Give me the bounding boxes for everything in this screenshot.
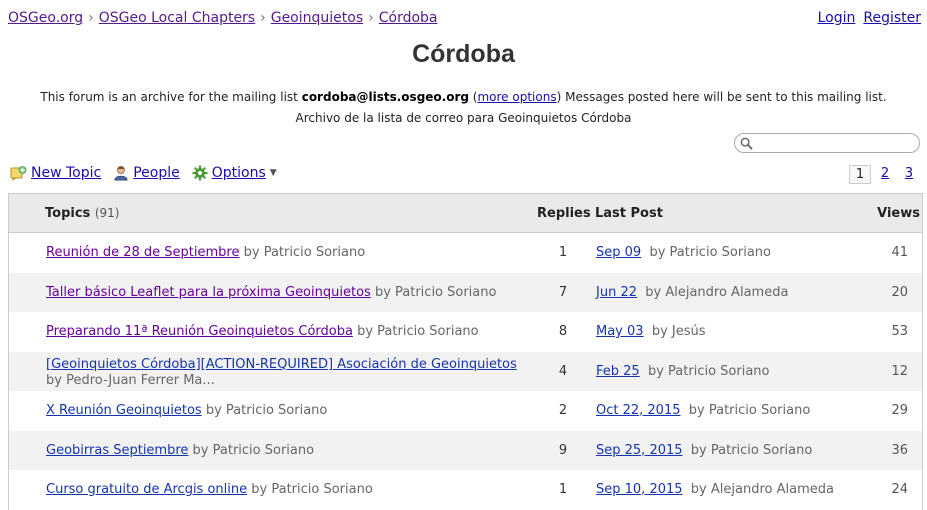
topic-author: by Pedro-Juan Ferrer Ma... <box>46 372 215 388</box>
topic-author: by Patricio Soriano <box>251 482 373 497</box>
options-label: Options <box>211 165 266 181</box>
last-post-date[interactable]: Sep 09 <box>596 245 641 260</box>
description-suffix: Messages posted here will be sent to thi… <box>565 90 887 104</box>
topic-author: by Patricio Soriano <box>374 284 497 300</box>
view-count: 20 <box>891 284 908 300</box>
last-post-author: by Alejandro Alameda <box>645 284 789 300</box>
login-link[interactable]: Login <box>818 10 856 26</box>
reply-count: 8 <box>558 324 568 339</box>
view-count: 12 <box>891 363 908 379</box>
views-header[interactable]: Views <box>877 206 920 221</box>
register-link[interactable]: Register <box>863 10 921 26</box>
last-post-date[interactable]: Jun 22 <box>596 285 637 300</box>
breadcrumb-osgeo[interactable]: OSGeo.org <box>8 10 83 26</box>
topics-header[interactable]: Topics (91) <box>45 206 119 221</box>
topic-author: by Patricio Soriano <box>192 442 315 458</box>
topics-count: (91) <box>94 206 120 220</box>
breadcrumb-local-chapters[interactable]: OSGeo Local Chapters <box>99 10 255 26</box>
table-header: Topics (91) Replies Last Post Views <box>9 194 922 233</box>
topic-author: by Patricio Soriano <box>205 403 328 418</box>
people-button[interactable]: People <box>113 165 180 181</box>
last-post-date[interactable]: Sep 25, 2015 <box>596 443 683 458</box>
reply-count: 4 <box>558 363 568 379</box>
last-post-author: by Patricio Soriano <box>688 403 811 418</box>
page-link[interactable]: 3 <box>899 165 919 184</box>
table-row: Curso gratuito de Arcgis online by Patri… <box>9 470 922 510</box>
view-count: 53 <box>891 324 908 339</box>
topic-link[interactable]: Curso gratuito de Arcgis online <box>46 482 247 497</box>
pagination: 1 2 3 <box>845 165 919 184</box>
topic-author: by Patricio Soriano <box>357 324 479 339</box>
view-count: 36 <box>891 442 908 458</box>
table-row: X Reunión Geoinquietos by Patricio Soria… <box>9 391 922 431</box>
gear-icon <box>192 165 208 181</box>
forum-subtitle: Archivo de la lista de correo para Geoin… <box>295 111 632 125</box>
person-icon <box>114 166 128 181</box>
view-count: 41 <box>891 245 908 260</box>
topic-link[interactable]: Reunión de 28 de Septiembre <box>46 245 239 260</box>
reply-count: 2 <box>558 403 568 418</box>
table-row: Taller básico Leaflet para la próxima Ge… <box>9 272 922 312</box>
topic-link[interactable]: Taller básico Leaflet para la próxima Ge… <box>46 285 371 300</box>
breadcrumb: OSGeo.org › OSGeo Local Chapters › Geoinquie… <box>8 10 438 26</box>
new-topic-icon <box>10 166 27 181</box>
reply-count: 1 <box>558 245 568 260</box>
last-post-date[interactable]: Feb 25 <box>596 364 640 379</box>
people-label: People <box>133 165 180 181</box>
last-post-author: by Patricio Soriano <box>649 245 771 260</box>
table-row: Preparando 11ª Reunión Geoinquietos Córd… <box>9 312 922 352</box>
topic-link[interactable]: [Geoinquietos Córdoba][ACTION-REQUIRED] … <box>46 357 517 372</box>
auth-links: Login Register <box>810 10 921 26</box>
last-post-author: by Alejandro Alameda <box>690 482 834 497</box>
topics-table: Topics (91) Replies Last Post Views Reun… <box>8 193 923 510</box>
page-link[interactable]: 2 <box>875 165 895 184</box>
last-post-date[interactable]: Sep 10, 2015 <box>596 482 683 497</box>
search-icon <box>740 137 753 150</box>
mailing-list-email: cordoba@lists.osgeo.org <box>301 90 469 104</box>
last-post-author: by Patricio Soriano <box>690 442 813 458</box>
breadcrumb-separator: › <box>260 10 266 26</box>
breadcrumb-cordoba[interactable]: Córdoba <box>379 10 438 26</box>
table-row: Reunión de 28 de Septiembre by Patricio … <box>9 233 922 273</box>
breadcrumb-separator: › <box>368 10 374 26</box>
options-dropdown[interactable]: Options ▼ <box>192 165 277 181</box>
table-row: [Geoinquietos Córdoba][ACTION-REQUIRED] … <box>9 351 922 391</box>
reply-count: 1 <box>558 482 568 497</box>
breadcrumb-geoinquietos[interactable]: Geoinquietos <box>271 10 363 26</box>
last-post-date[interactable]: May 03 <box>596 324 644 339</box>
more-options-link[interactable]: more options <box>477 90 556 104</box>
chevron-down-icon: ▼ <box>269 168 277 178</box>
view-count: 29 <box>891 403 908 418</box>
last-post-author: by Patricio Soriano <box>647 363 770 379</box>
last-post-header[interactable]: Last Post <box>595 206 663 221</box>
view-count: 24 <box>891 482 908 497</box>
topic-link[interactable]: X Reunión Geoinquietos <box>46 403 202 418</box>
description-prefix: This forum is an archive for the mailing… <box>40 90 298 104</box>
reply-count: 9 <box>558 442 568 458</box>
search-box <box>734 133 920 153</box>
new-topic-label: New Topic <box>31 165 102 181</box>
breadcrumb-separator: › <box>88 10 94 26</box>
topic-link[interactable]: Preparando 11ª Reunión Geoinquietos Córd… <box>46 324 353 339</box>
reply-count: 7 <box>558 284 568 300</box>
last-post-date[interactable]: Oct 22, 2015 <box>596 403 681 418</box>
forum-description: This forum is an archive for the mailing… <box>40 90 887 104</box>
replies-header[interactable]: Replies <box>537 206 591 221</box>
forum-toolbar: New Topic People Options ▼ <box>10 165 289 181</box>
new-topic-button[interactable]: New Topic <box>10 165 101 181</box>
table-row: Geobirras Septiembre by Patricio Soriano… <box>9 430 922 470</box>
last-post-author: by Jesús <box>651 324 706 339</box>
page-current: 1 <box>849 165 871 184</box>
page-title: Córdoba <box>412 40 515 68</box>
topic-link[interactable]: Geobirras Septiembre <box>46 443 188 458</box>
topic-author: by Patricio Soriano <box>243 245 366 260</box>
search-input[interactable] <box>761 136 915 152</box>
